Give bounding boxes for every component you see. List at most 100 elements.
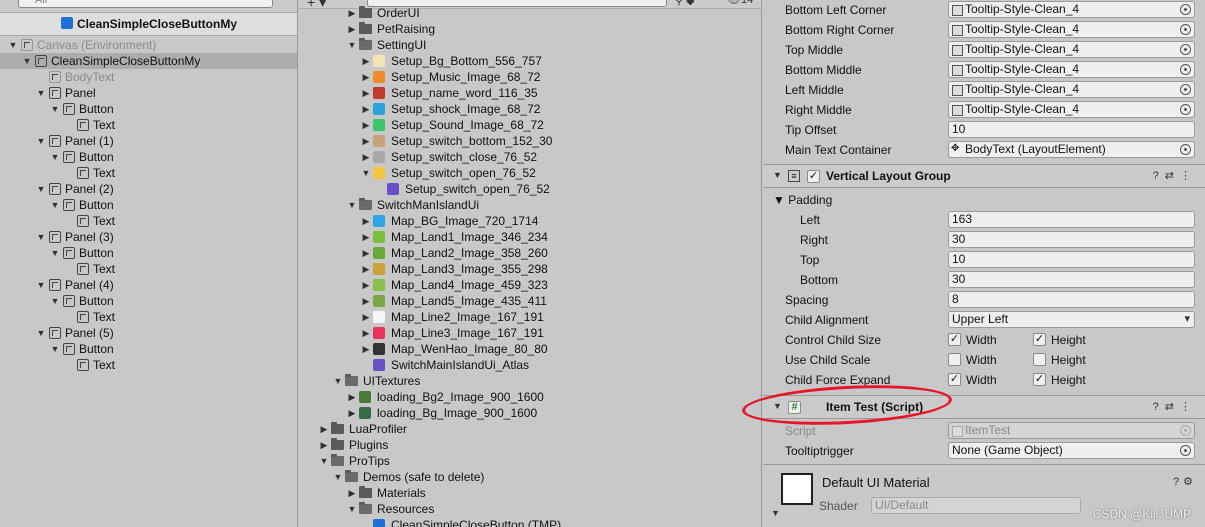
project-item[interactable]: ▼ Resources	[299, 501, 761, 517]
padding-foldout-label[interactable]: ▼ Padding	[773, 193, 832, 207]
expand-arrow-icon[interactable]: ▼	[36, 229, 46, 245]
scale-width-checkbox[interactable]	[948, 353, 961, 366]
expand-arrow-icon[interactable]: ▶	[361, 85, 371, 101]
hierarchy-item[interactable]: ▼ CleanSimpleCloseButtonMy	[0, 53, 297, 69]
expand-arrow-icon[interactable]: ▶	[361, 101, 371, 117]
expand-arrow-icon[interactable]: ▶	[361, 213, 371, 229]
project-item[interactable]: ▶ Map_BG_Image_720_1714	[299, 213, 761, 229]
hierarchy-item[interactable]: ▼ Button	[0, 293, 297, 309]
expand-arrow-icon[interactable]: ▶	[361, 261, 371, 277]
expand-arrow-icon[interactable]: ▼	[36, 325, 46, 341]
material-preview[interactable]	[781, 473, 813, 505]
expand-arrow-icon[interactable]: ▶	[347, 389, 357, 405]
object-picker-icon[interactable]	[1180, 104, 1191, 115]
material-tools-icons[interactable]: ?⚙	[1173, 475, 1197, 488]
spacing-field[interactable]: 8	[948, 291, 1195, 308]
expand-arrow-icon[interactable]: ▼	[50, 293, 60, 309]
expand-arrow-icon[interactable]: ▶	[361, 229, 371, 245]
padding-top-field[interactable]: 10	[948, 251, 1195, 268]
scene-header[interactable]: CleanSimpleCloseButtonMy	[0, 12, 297, 36]
project-item[interactable]: ▶ Map_Line3_Image_167_191	[299, 325, 761, 341]
hierarchy-item[interactable]: BodyText	[0, 69, 297, 85]
sprite-field[interactable]: Tooltip-Style-Clean_4	[948, 81, 1195, 98]
object-picker-icon[interactable]	[1180, 144, 1191, 155]
hierarchy-item[interactable]: ▼ Button	[0, 197, 297, 213]
project-item[interactable]: ▶ Materials	[299, 485, 761, 501]
expand-arrow-icon[interactable]: ▶	[361, 133, 371, 149]
project-item[interactable]: ▶ Map_Line2_Image_167_191	[299, 309, 761, 325]
project-item[interactable]: SwitchMainIslandUi_Atlas	[299, 357, 761, 373]
project-item[interactable]: ▼ Demos (safe to delete)	[299, 469, 761, 485]
hierarchy-item[interactable]: ▼ Button	[0, 149, 297, 165]
expand-arrow-icon[interactable]: ▼	[347, 197, 357, 213]
hierarchy-item[interactable]: ▼ Button	[0, 341, 297, 357]
expand-arrow-icon[interactable]: ▶	[361, 69, 371, 85]
scale-height-checkbox[interactable]	[1033, 353, 1046, 366]
expand-arrow-icon[interactable]: ▼	[50, 197, 60, 213]
project-item[interactable]: ▶ Setup_Bg_Bottom_556_757	[299, 53, 761, 69]
expand-arrow-icon[interactable]: ▶	[361, 53, 371, 69]
hierarchy-item[interactable]: ▼ Panel (4)	[0, 277, 297, 293]
expand-arrow-icon[interactable]: ▼	[347, 501, 357, 517]
project-item[interactable]: ▶ Setup_Music_Image_68_72	[299, 69, 761, 85]
hierarchy-item[interactable]: ▼ Panel (3)	[0, 229, 297, 245]
child-alignment-dropdown[interactable]: Upper Left	[948, 311, 1195, 328]
padding-bottom-field[interactable]: 30	[948, 271, 1195, 288]
project-item[interactable]: ▶ Setup_shock_Image_68_72	[299, 101, 761, 117]
project-item[interactable]: ▶ loading_Bg_Image_900_1600	[299, 405, 761, 421]
object-picker-icon[interactable]	[1180, 445, 1191, 456]
expand-arrow-icon[interactable]: ▼	[347, 37, 357, 53]
hierarchy-item[interactable]: Text	[0, 357, 297, 373]
project-item[interactable]: ▶ Setup_switch_close_76_52	[299, 149, 761, 165]
project-item[interactable]: ▶ PetRaising	[299, 21, 761, 37]
padding-right-field[interactable]: 30	[948, 231, 1195, 248]
expand-arrow-icon[interactable]: ▶	[361, 117, 371, 133]
project-item[interactable]: ▼ ProTips	[299, 453, 761, 469]
component-tools-icons[interactable]: ?⇄⋮	[1153, 169, 1197, 182]
expand-arrow-icon[interactable]: ▼	[50, 341, 60, 357]
project-item[interactable]: ▶ Setup_Sound_Image_68_72	[299, 117, 761, 133]
collapse-arrow-icon[interactable]: ▼	[773, 170, 782, 180]
hierarchy-item[interactable]: ▼ Button	[0, 245, 297, 261]
expand-arrow-icon[interactable]: ▼	[361, 165, 371, 181]
project-item[interactable]: CleanSimpleCloseButton (TMP)	[299, 517, 761, 527]
expand-arrow-icon[interactable]: ▶	[347, 21, 357, 37]
hierarchy-item[interactable]: Text	[0, 117, 297, 133]
expand-arrow-icon[interactable]: ▶	[361, 293, 371, 309]
expand-arrow-icon[interactable]: ▶	[319, 437, 329, 453]
expand-height-checkbox[interactable]: ✓	[1033, 373, 1046, 386]
project-item[interactable]: ▼ SettingUI	[299, 37, 761, 53]
hierarchy-item[interactable]: Text	[0, 309, 297, 325]
control-height-checkbox[interactable]: ✓	[1033, 333, 1046, 346]
expand-arrow-icon[interactable]: ▶	[319, 421, 329, 437]
tip-offset-field[interactable]: 10	[948, 121, 1195, 138]
project-item[interactable]: ▶ Map_WenHao_Image_80_80	[299, 341, 761, 357]
project-item[interactable]: ▶ Map_Land5_Image_435_411	[299, 293, 761, 309]
expand-arrow-icon[interactable]: ▼	[50, 149, 60, 165]
hierarchy-item[interactable]: Text	[0, 261, 297, 277]
control-width-checkbox[interactable]: ✓	[948, 333, 961, 346]
sprite-field[interactable]: Tooltip-Style-Clean_4	[948, 101, 1195, 118]
object-picker-icon[interactable]	[1180, 44, 1191, 55]
padding-row[interactable]: ▼ Padding	[763, 190, 1205, 210]
expand-arrow-icon[interactable]: ▶	[347, 5, 357, 21]
hierarchy-item[interactable]: Text	[0, 165, 297, 181]
tooltiptrigger-field[interactable]: None (Game Object)	[948, 442, 1195, 459]
component-tools-icons[interactable]: ?⇄⋮	[1153, 400, 1197, 413]
project-item[interactable]: ▶ LuaProfiler	[299, 421, 761, 437]
vertical-layout-group-header[interactable]: ▼ ≡ ✓ Vertical Layout Group ?⇄⋮	[763, 164, 1205, 188]
hierarchy-item[interactable]: Text	[0, 213, 297, 229]
expand-arrow-icon[interactable]: ▶	[361, 245, 371, 261]
component-enabled-checkbox[interactable]: ✓	[807, 170, 820, 183]
expand-arrow-icon[interactable]: ▼	[36, 85, 46, 101]
project-item[interactable]: ▶ loading_Bg2_Image_900_1600	[299, 389, 761, 405]
expand-arrow-icon[interactable]: ▼	[50, 101, 60, 117]
project-item[interactable]: ▼ Setup_switch_open_76_52	[299, 165, 761, 181]
project-item[interactable]: ▶ OrderUI	[299, 5, 761, 21]
project-item[interactable]: ▶ Map_Land3_Image_355_298	[299, 261, 761, 277]
sprite-field[interactable]: Tooltip-Style-Clean_4	[948, 61, 1195, 78]
object-picker-icon[interactable]	[1180, 24, 1191, 35]
collapse-arrow-icon[interactable]: ▼	[771, 508, 780, 518]
object-picker-icon[interactable]	[1180, 64, 1191, 75]
expand-width-checkbox[interactable]: ✓	[948, 373, 961, 386]
